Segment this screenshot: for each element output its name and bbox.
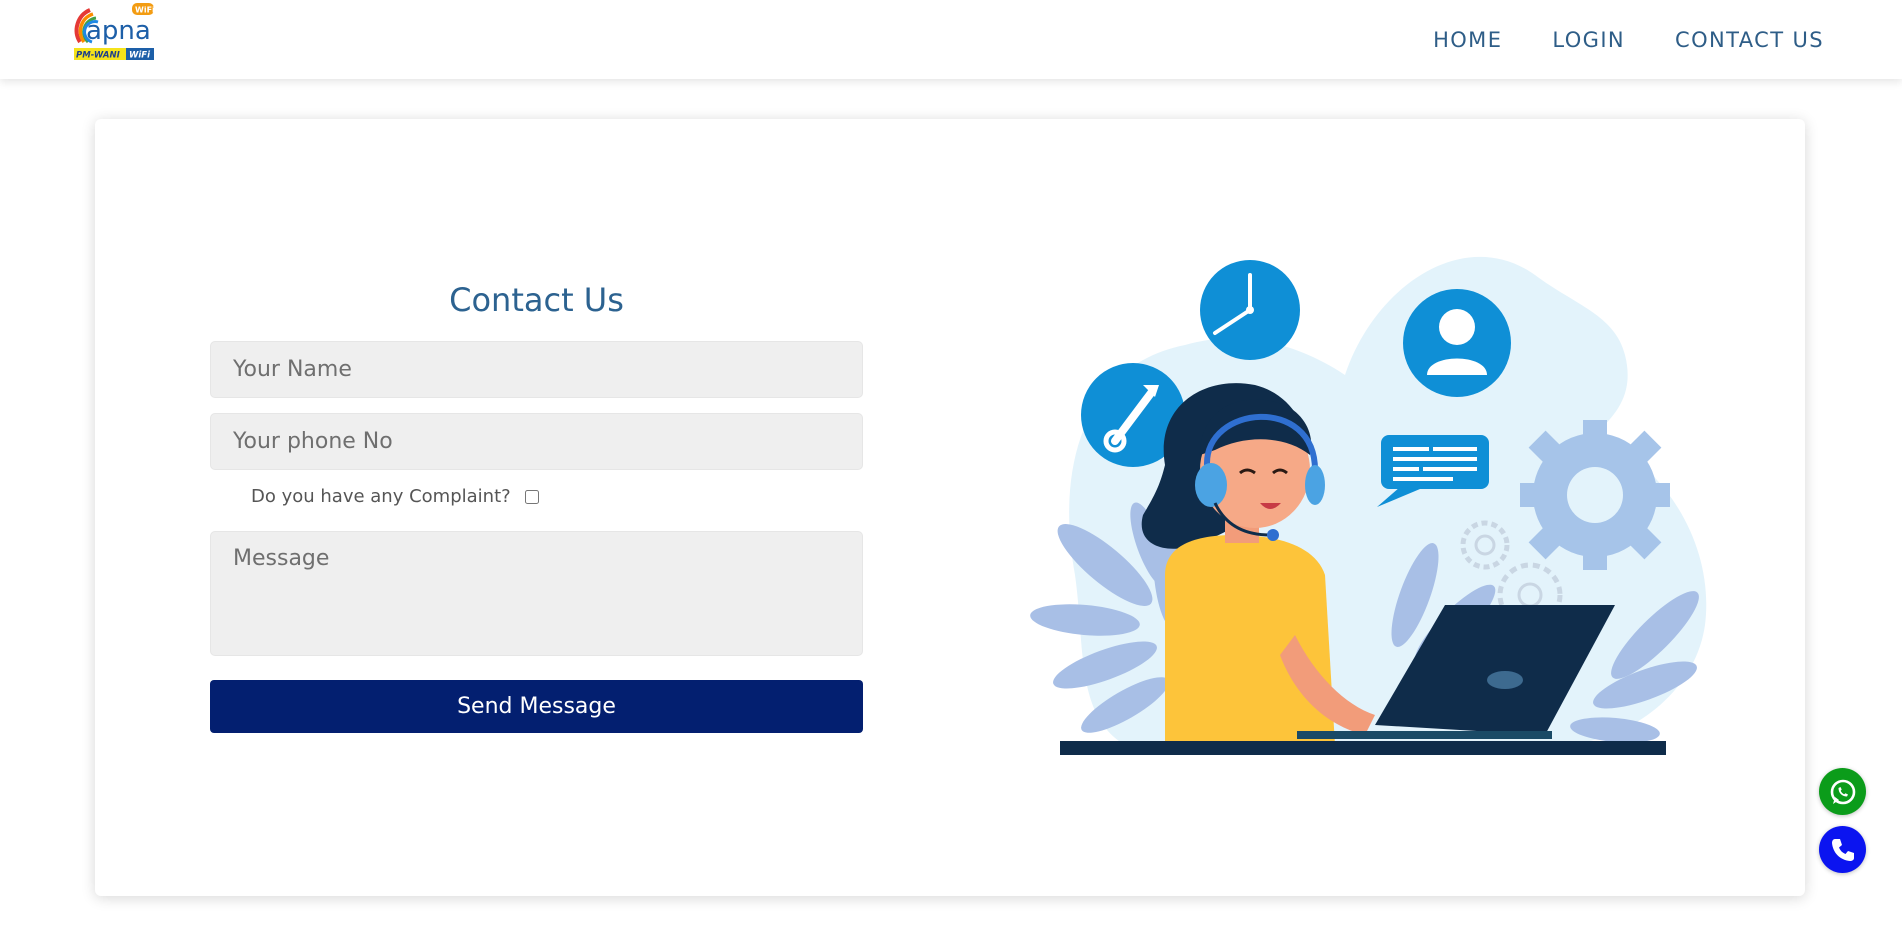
phone-input[interactable] <box>210 413 863 470</box>
nav-login-link[interactable]: LOGIN <box>1552 28 1625 52</box>
call-button[interactable] <box>1819 826 1866 873</box>
complaint-checkbox[interactable] <box>524 489 539 504</box>
site-header: apna WiFi PM-WANI WiFi HOME LOGIN CONTAC… <box>0 0 1902 79</box>
complaint-row: Do you have any Complaint? <box>251 486 539 507</box>
message-textarea[interactable] <box>210 531 863 656</box>
apna-wifi-logo[interactable]: apna WiFi PM-WANI WiFi <box>68 2 172 64</box>
name-input[interactable] <box>210 341 863 398</box>
contact-title: Contact Us <box>449 281 624 319</box>
support-agent-illustration <box>1030 256 1707 755</box>
send-message-button[interactable]: Send Message <box>210 680 863 733</box>
nav-home-link[interactable]: HOME <box>1433 28 1502 52</box>
phone-icon <box>1831 838 1854 861</box>
svg-text:WiFi: WiFi <box>135 6 155 15</box>
nav-contact-link[interactable]: CONTACT US <box>1675 28 1824 52</box>
main-nav: HOME LOGIN CONTACT US <box>1383 0 1824 79</box>
whatsapp-icon <box>1830 779 1855 804</box>
svg-text:WiFi: WiFi <box>129 51 151 61</box>
svg-text:apna: apna <box>86 16 151 46</box>
svg-text:PM-WANI: PM-WANI <box>76 51 120 61</box>
complaint-label: Do you have any Complaint? <box>251 486 511 507</box>
whatsapp-button[interactable] <box>1819 768 1866 815</box>
user-icon <box>1403 289 1511 397</box>
clock-icon <box>1200 260 1300 360</box>
